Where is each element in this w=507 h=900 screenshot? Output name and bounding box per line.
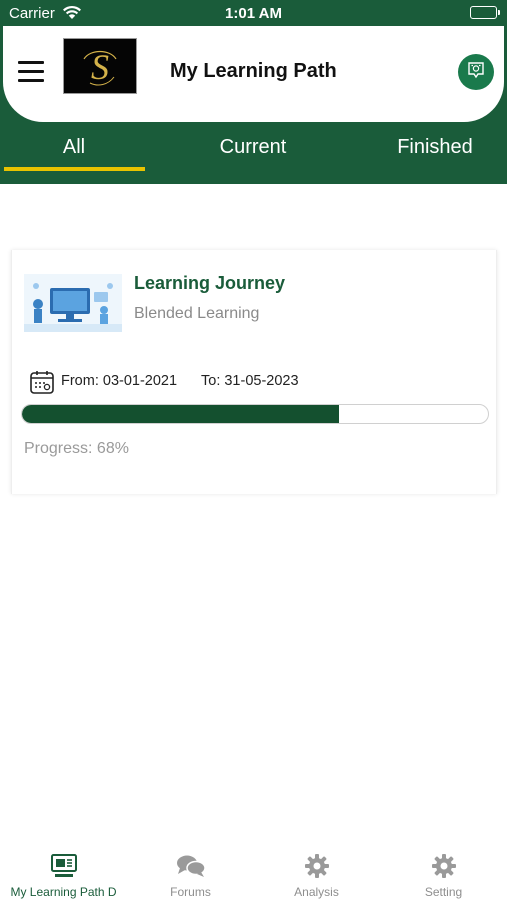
battery-icon (470, 6, 500, 19)
top-bar-background: Carrier 1:01 AM S My Learning Path All C… (0, 0, 507, 184)
nav-label: Setting (424, 885, 463, 899)
chat-bubbles-icon (176, 851, 206, 881)
certificate-icon (466, 60, 486, 85)
active-tab-indicator (4, 167, 145, 171)
page-title: My Learning Path (170, 60, 337, 82)
nav-my-learning-path[interactable]: My Learning Path D (0, 845, 127, 900)
tab-bar: All Current Finished (0, 122, 507, 184)
end-date: To: 31-05-2023 (201, 373, 299, 389)
nav-forums[interactable]: Forums (127, 845, 254, 900)
status-bar: Carrier 1:01 AM (0, 0, 507, 27)
nav-label: My Learning Path D (10, 885, 117, 899)
tab-current[interactable]: Current (182, 122, 324, 172)
tab-all[interactable]: All (3, 122, 145, 172)
course-title: Learning Journey (134, 273, 286, 293)
bottom-navigation: My Learning Path D Forums Analysis Setti… (0, 845, 507, 900)
hamburger-menu-button[interactable] (18, 61, 46, 83)
nav-analysis[interactable]: Analysis (253, 845, 380, 900)
status-time: 1:01 AM (225, 5, 282, 22)
svg-text:S: S (91, 47, 109, 87)
nav-label: Forums (170, 885, 211, 899)
learning-path-icon (50, 851, 78, 881)
gear-icon (431, 851, 457, 881)
company-logo: S (63, 38, 137, 94)
course-type: Blended Learning (134, 305, 260, 322)
course-thumbnail (24, 274, 122, 332)
progress-label: Progress: 68% (24, 440, 129, 457)
app-header: S My Learning Path (3, 26, 504, 122)
app-screen: Carrier 1:01 AM S My Learning Path All C… (0, 0, 507, 900)
calendar-icon (29, 369, 55, 400)
nav-label: Analysis (294, 885, 339, 899)
tab-finished[interactable]: Finished (364, 122, 506, 172)
certificate-button[interactable] (458, 54, 494, 90)
start-date: From: 03-01-2021 (61, 373, 178, 389)
gear-icon (304, 851, 330, 881)
progress-bar-fill (22, 405, 339, 423)
nav-setting[interactable]: Setting (380, 845, 507, 900)
course-card[interactable]: Learning Journey Blended Learning From: … (11, 250, 497, 494)
progress-bar (21, 404, 489, 424)
